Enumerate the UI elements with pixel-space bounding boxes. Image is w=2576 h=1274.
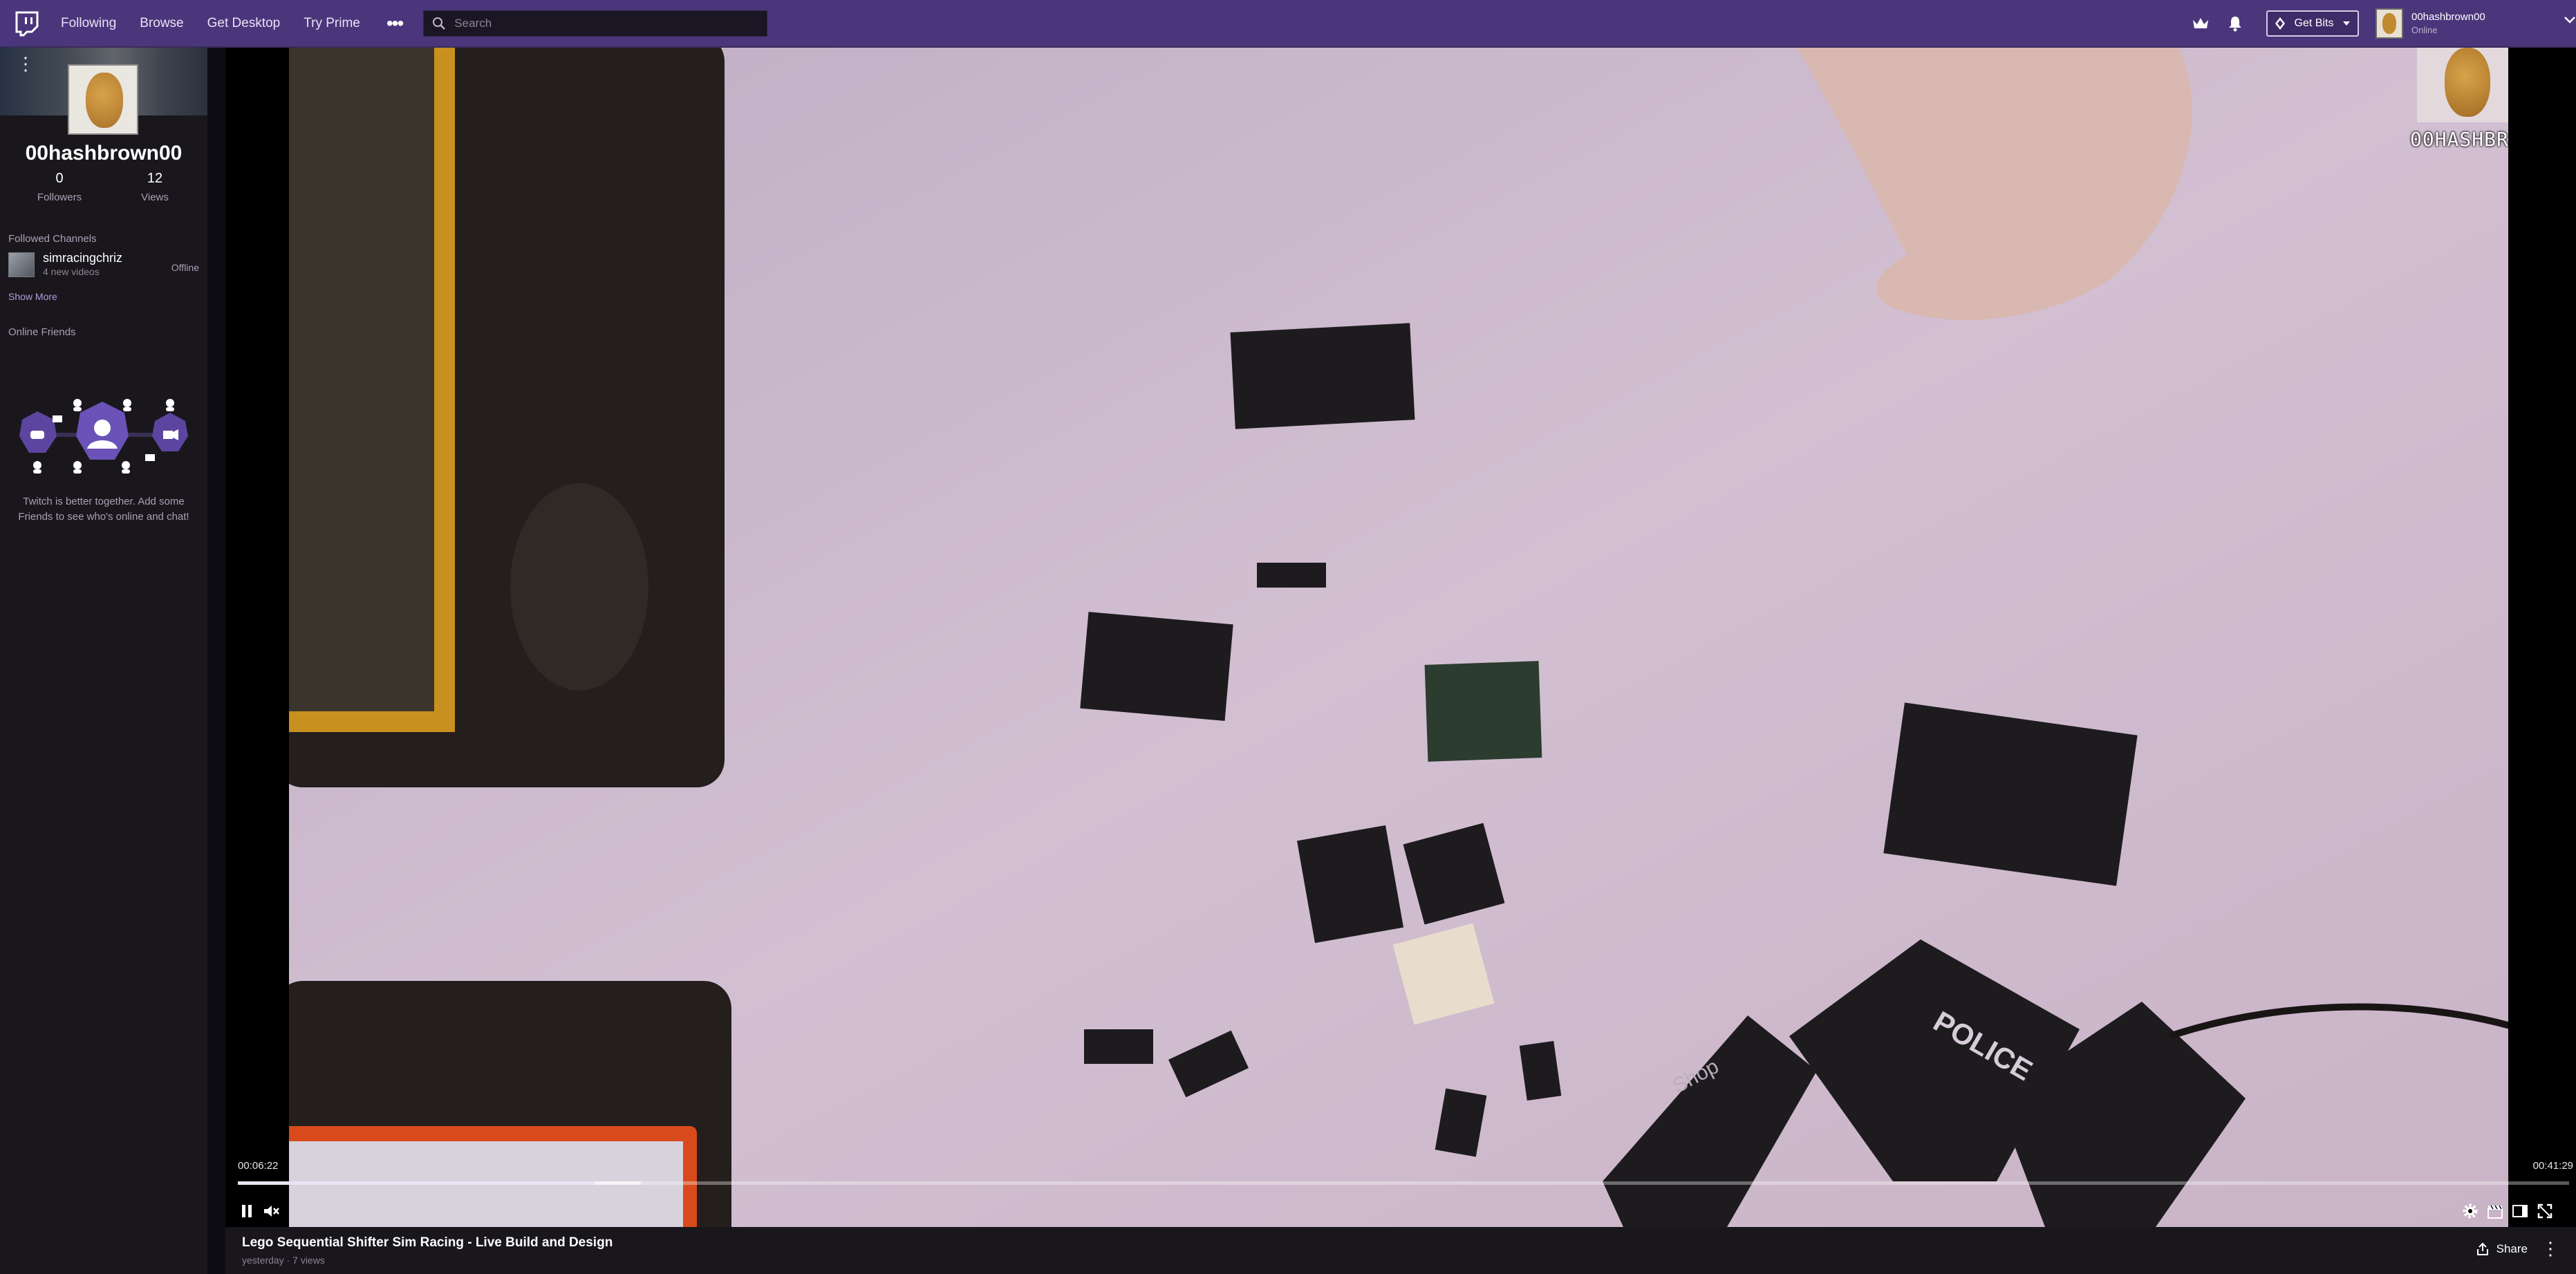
chevron-down-icon: [2343, 21, 2350, 26]
left-sidebar: ⋮ 00hashbrown00 0 Followers 12 Views Fol…: [0, 48, 207, 1274]
bits-gem-icon: [2275, 17, 2285, 30]
prime-crown-button[interactable]: [2189, 12, 2212, 35]
overlay-channel-name: 00HASHBROWN00: [2410, 128, 2508, 151]
twitch-logo-icon[interactable]: [12, 10, 40, 37]
seek-buffered: [594, 1181, 642, 1185]
nav-browse-link[interactable]: Browse: [140, 16, 183, 31]
nav-right-group: Get Bits 00hashbrown00 Online: [2189, 0, 2576, 46]
online-friends-heading: Online Friends: [8, 326, 76, 338]
share-button[interactable]: Share: [2476, 1242, 2528, 1256]
user-menu[interactable]: 00hashbrown00 Online: [2376, 0, 2576, 46]
channel-name[interactable]: 00hashbrown00: [0, 142, 207, 165]
more-options-icon[interactable]: •••: [386, 13, 404, 33]
share-icon: [2476, 1242, 2488, 1255]
search-icon: [433, 17, 446, 30]
volume-muted-icon: [264, 1206, 279, 1217]
top-nav: Following Browse Get Desktop Try Prime •…: [0, 0, 2576, 48]
user-status: Online: [2411, 25, 2438, 35]
followers-count: 0: [55, 171, 64, 186]
channel-thumbnail: [8, 252, 35, 277]
friends-empty-text: Twitch is better together. Add some Frie…: [18, 496, 189, 523]
video-frame[interactable]: POLICE Shop 00HASHBROWN00: [289, 48, 2508, 1227]
share-label: Share: [2496, 1242, 2528, 1255]
total-duration: 00:41:29: [2532, 1160, 2573, 1172]
followed-channel-item[interactable]: simracingchriz 4 new videos Offline: [8, 250, 199, 280]
friends-illustration: [19, 399, 188, 474]
followed-channel-subtitle: 4 new videos: [43, 266, 100, 277]
crown-icon: [2193, 17, 2208, 28]
views-count: 12: [147, 171, 163, 186]
camera-icon: [163, 431, 173, 439]
nav-get-desktop-link[interactable]: Get Desktop: [207, 16, 281, 31]
bell-icon: [2229, 16, 2241, 31]
followed-channel-status: Offline: [171, 262, 199, 273]
followed-channel-name: simracingchriz: [43, 251, 123, 265]
video-meta: yesterday · 7 views: [242, 1255, 325, 1266]
fullscreen-button[interactable]: [2535, 1201, 2555, 1221]
notifications-button[interactable]: [2223, 12, 2247, 35]
theatre-mode-button[interactable]: [2510, 1201, 2530, 1221]
pause-icon: [242, 1205, 252, 1217]
get-bits-button[interactable]: Get Bits: [2266, 10, 2359, 37]
video-scene: POLICE Shop: [289, 48, 2508, 1227]
more-options-icon[interactable]: ⋮: [2541, 1239, 2559, 1257]
search-box[interactable]: [423, 10, 768, 37]
video-info-bar: Lego Sequential Shifter Sim Racing - Liv…: [225, 1227, 2576, 1274]
chevron-down-icon: [2564, 17, 2575, 24]
followers-label: Followers: [37, 191, 82, 203]
overlay-avatar: [2417, 48, 2508, 122]
user-info: 00hashbrown00 Online: [2411, 11, 2485, 35]
theatre-mode-icon: [2512, 1205, 2528, 1217]
views-stat[interactable]: 12 Views: [120, 171, 189, 203]
video-player[interactable]: POLICE Shop 00HASHBROWN00 00:06:22 00:41…: [225, 48, 2576, 1227]
seek-bar[interactable]: [238, 1181, 2569, 1185]
gear-icon: [2463, 1203, 2478, 1219]
nav-try-prime-link[interactable]: Try Prime: [304, 16, 360, 31]
controller-icon: [30, 431, 44, 439]
views-label: Views: [141, 191, 169, 203]
show-more-link[interactable]: Show More: [8, 291, 57, 302]
clip-button[interactable]: [2485, 1201, 2505, 1221]
video-title: Lego Sequential Shifter Sim Racing - Liv…: [242, 1235, 613, 1250]
followers-stat[interactable]: 0 Followers: [25, 171, 94, 203]
stream-overlay-logo: 00HASHBROWN00: [2410, 48, 2508, 151]
get-bits-label: Get Bits: [2294, 17, 2334, 29]
fullscreen-icon: [2537, 1203, 2552, 1219]
user-avatar: [2376, 8, 2403, 39]
search-input[interactable]: [453, 15, 760, 31]
mute-button[interactable]: [261, 1201, 282, 1221]
followed-channels-heading: Followed Channels: [8, 233, 97, 245]
nav-following-link[interactable]: Following: [61, 16, 116, 31]
settings-button[interactable]: [2460, 1201, 2481, 1221]
current-time: 00:06:22: [238, 1160, 279, 1172]
channel-avatar[interactable]: [68, 64, 138, 135]
pause-button[interactable]: [236, 1201, 257, 1221]
seek-progress: [238, 1181, 595, 1185]
sidebar-menu-icon[interactable]: ⋮: [17, 55, 35, 73]
user-name: 00hashbrown00: [2411, 11, 2485, 23]
clapperboard-icon: [2488, 1205, 2503, 1219]
